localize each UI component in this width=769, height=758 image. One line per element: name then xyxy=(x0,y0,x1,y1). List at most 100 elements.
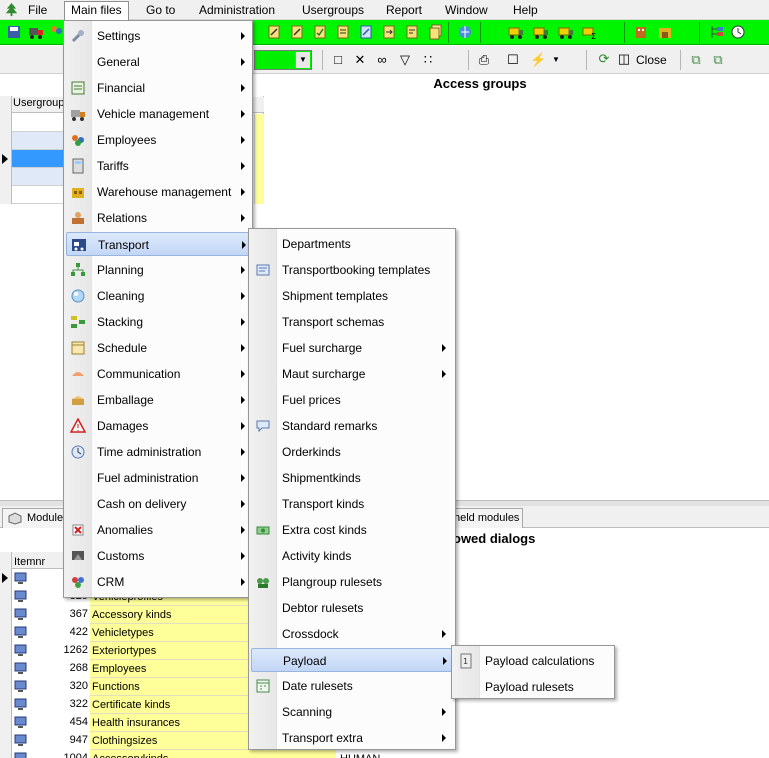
menu-item-general[interactable]: General xyxy=(66,50,252,74)
truck-icon[interactable] xyxy=(28,24,44,40)
menu-item-crossdock[interactable]: Crossdock xyxy=(251,622,455,646)
globe-icon[interactable] xyxy=(457,24,473,40)
table-row[interactable] xyxy=(12,186,64,204)
menu-item-financial[interactable]: Financial xyxy=(66,76,252,100)
menu-item-standard-remarks[interactable]: Standard remarks xyxy=(251,414,455,438)
menu-item-activity-kinds[interactable]: Activity kinds xyxy=(251,544,455,568)
menu-window[interactable]: Window xyxy=(439,2,494,19)
menu-item-debtor-rulesets[interactable]: Debtor rulesets xyxy=(251,596,455,620)
document-notes-icon[interactable] xyxy=(404,24,420,40)
menu-item-shipmentkinds[interactable]: Shipmentkinds xyxy=(251,466,455,490)
tree-structure-icon[interactable] xyxy=(709,24,725,40)
menu-usergroups[interactable]: Usergroups xyxy=(296,2,370,19)
menu-item-anomalies[interactable]: Anomalies xyxy=(66,518,252,542)
menu-item-time-administration[interactable]: Time administration xyxy=(66,440,252,464)
copy-back-icon[interactable]: ⧉ xyxy=(710,52,726,68)
document-arrow-icon[interactable] xyxy=(381,24,397,40)
menu-item-scanning[interactable]: Scanning xyxy=(251,700,455,724)
tree-app-icon[interactable] xyxy=(4,2,19,17)
menu-item-communication[interactable]: Communication xyxy=(66,362,252,386)
table-row[interactable] xyxy=(12,114,64,132)
speech-bubble-icon xyxy=(256,420,270,433)
new-document-icon[interactable]: □ xyxy=(330,52,346,68)
truck-yellow-icon[interactable] xyxy=(508,24,524,40)
menu-item-fuel-administration[interactable]: Fuel administration xyxy=(66,466,252,490)
table-row[interactable]: 1004AccessorykindsHUMAN RESOURCES xyxy=(12,750,448,758)
tab-module[interactable]: Module xyxy=(2,508,64,528)
menu-item-vehicle-management[interactable]: Vehicle management xyxy=(66,102,252,126)
menu-item-stacking[interactable]: Stacking xyxy=(66,310,252,334)
menu-item-orderkinds[interactable]: Orderkinds xyxy=(251,440,455,464)
menu-administration[interactable]: Administration xyxy=(193,2,281,19)
menu-item-damages[interactable]: Damages xyxy=(66,414,252,438)
print-icon[interactable]: ⎙ xyxy=(476,52,492,68)
truck-swap-icon[interactable] xyxy=(558,24,574,40)
menu-item-cash-on-delivery[interactable]: Cash on delivery xyxy=(66,492,252,516)
truck-trailer-icon[interactable] xyxy=(533,24,549,40)
menu-file[interactable]: File xyxy=(22,2,53,19)
menu-item-schedule[interactable]: Schedule xyxy=(66,336,252,360)
truck-sum-icon[interactable]: Σ xyxy=(582,24,598,40)
menu-item-settings[interactable]: Settings xyxy=(66,24,252,48)
menu-item-maut-surcharge[interactable]: Maut surcharge xyxy=(251,362,455,386)
stacking-icon xyxy=(71,316,85,328)
menu-item-emballage[interactable]: Emballage xyxy=(66,388,252,412)
copy-forward-icon[interactable]: ⧉ xyxy=(688,52,704,68)
chevron-down-icon[interactable]: ▼ xyxy=(548,52,564,68)
menu-item-label: Transport extra xyxy=(282,731,363,745)
booking-template-icon xyxy=(256,264,270,276)
menu-item-transportbooking-templates[interactable]: Transportbooking templates xyxy=(251,258,455,282)
menu-item-shipment-templates[interactable]: Shipment templates xyxy=(251,284,455,308)
menu-item-planning[interactable]: Planning xyxy=(66,258,252,282)
menu-item-label: Stacking xyxy=(97,315,144,329)
menu-main-files[interactable]: Main files xyxy=(64,1,129,20)
document-check-icon[interactable] xyxy=(312,24,328,40)
menu-item-fuel-surcharge[interactable]: Fuel surcharge xyxy=(251,336,455,360)
menu-item-transport-kinds[interactable]: Transport kinds xyxy=(251,492,455,516)
sort-icon[interactable]: ∷ xyxy=(420,52,436,68)
binoculars-icon[interactable]: ∞ xyxy=(374,52,390,68)
menu-item-transport-extra[interactable]: Transport extra xyxy=(251,726,455,750)
menu-item-relations[interactable]: Relations xyxy=(66,206,252,230)
submenu-arrow-icon xyxy=(241,552,245,560)
lightning-icon[interactable]: ⚡ xyxy=(530,52,546,68)
menu-item-cleaning[interactable]: Cleaning xyxy=(66,284,252,308)
menu-item-transport[interactable]: Transport xyxy=(66,232,252,256)
menu-report[interactable]: Report xyxy=(380,2,428,19)
menu-item-employees[interactable]: Employees xyxy=(66,128,252,152)
menu-item-customs[interactable]: Customs xyxy=(66,544,252,568)
menu-item-payload-rulesets[interactable]: Payload rulesets xyxy=(454,675,614,699)
table-row[interactable] xyxy=(12,168,64,186)
menu-go-to[interactable]: Go to xyxy=(140,2,181,19)
menu-item-warehouse-management[interactable]: Warehouse management xyxy=(66,180,252,204)
menu-help[interactable]: Help xyxy=(507,2,544,19)
filter-icon[interactable]: ▽ xyxy=(397,52,413,68)
table-row[interactable] xyxy=(12,132,64,150)
table-row-selected[interactable] xyxy=(12,150,64,168)
document-blue-icon[interactable] xyxy=(358,24,374,40)
menu-item-transport-schemas[interactable]: Transport schemas xyxy=(251,310,455,334)
document-pencil-icon[interactable] xyxy=(289,24,305,40)
menu-item-tariffs[interactable]: Tariffs xyxy=(66,154,252,178)
chevron-down-icon[interactable]: ▼ xyxy=(295,52,310,68)
save-icon[interactable] xyxy=(6,24,22,40)
menu-item-date-rulesets[interactable]: Date rulesets xyxy=(251,674,455,698)
menu-item-payload[interactable]: Payload xyxy=(251,648,455,672)
people-icon[interactable] xyxy=(48,24,64,40)
group-selector[interactable]: ▼ xyxy=(254,50,312,70)
building-icon[interactable] xyxy=(633,24,649,40)
menu-item-extra-cost-kinds[interactable]: Extra cost kinds xyxy=(251,518,455,542)
print-preview-icon[interactable]: ☐ xyxy=(505,52,521,68)
document-list-icon[interactable] xyxy=(335,24,351,40)
delete-icon[interactable]: ✕ xyxy=(352,52,368,68)
warehouse-icon[interactable] xyxy=(657,24,673,40)
menu-item-departments[interactable]: Departments xyxy=(251,232,455,256)
menu-item-fuel-prices[interactable]: Fuel prices xyxy=(251,388,455,412)
document-edit-icon[interactable] xyxy=(266,24,282,40)
menu-item-payload-calculations[interactable]: 1 Payload calculations xyxy=(454,649,614,673)
menu-item-crm[interactable]: CRM xyxy=(66,570,252,594)
menu-item-plangroup-rulesets[interactable]: Plangroup rulesets xyxy=(251,570,455,594)
clock-icon[interactable] xyxy=(730,24,746,40)
document-stack-icon[interactable] xyxy=(428,24,444,40)
tab-held-modules[interactable]: held modules xyxy=(447,508,523,528)
